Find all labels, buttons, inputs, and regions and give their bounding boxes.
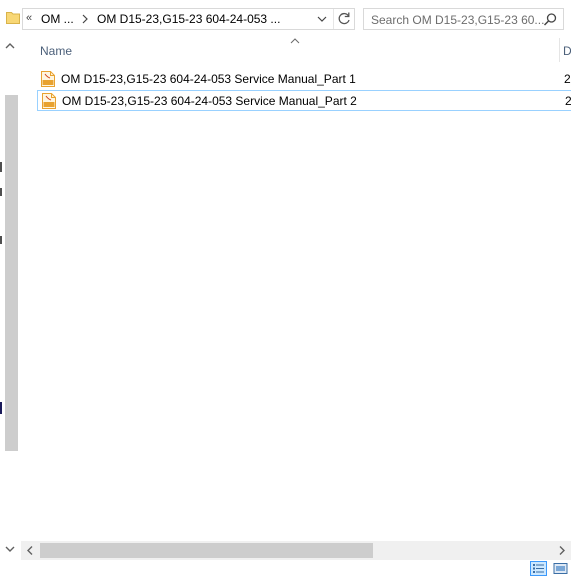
file-list-pane[interactable]: Name D OM D15-23,G15-23 604-24-053 Servi…: [21, 38, 571, 541]
search-box[interactable]: Search OM D15-23,G15-23 60...: [363, 8, 564, 30]
file-row-part-2[interactable]: OM D15-23,G15-23 604-24-053 Service Manu…: [37, 90, 571, 111]
large-icons-view-icon: [553, 563, 568, 574]
search-input[interactable]: Search OM D15-23,G15-23 60...: [371, 13, 544, 27]
scroll-right-arrow-icon[interactable]: [557, 545, 567, 556]
sort-ascending-caret-icon: [290, 38, 300, 44]
column-header-row: Name D: [21, 38, 571, 62]
search-icon[interactable]: [543, 12, 558, 27]
pdf-icon: [41, 71, 55, 87]
file-date-modified: 2: [565, 94, 571, 108]
address-toolbar: « OM ... OM D15-23,G15-23 604-24-053 ...…: [0, 0, 571, 38]
breadcrumb-overflow-button[interactable]: «: [26, 12, 32, 24]
file-date-modified: 2: [564, 72, 571, 86]
refresh-icon[interactable]: [333, 9, 355, 29]
folder-icon: [6, 12, 20, 24]
navigation-pane-clipped-edge: [0, 236, 2, 244]
scroll-left-arrow-icon[interactable]: [25, 545, 35, 556]
navigation-pane-scroll-thumb[interactable]: [5, 95, 18, 451]
horizontal-scroll-thumb[interactable]: [40, 543, 373, 558]
address-history-chevron-down-icon[interactable]: [313, 10, 331, 28]
breadcrumb-separator-chevron-icon[interactable]: [80, 10, 90, 28]
horizontal-scrollbar[interactable]: [21, 541, 571, 560]
scroll-up-arrow-icon[interactable]: [4, 40, 16, 52]
breadcrumb-item-om[interactable]: OM ...: [41, 12, 74, 26]
details-view-icon: [533, 564, 544, 573]
file-name: OM D15-23,G15-23 604-24-053 Service Manu…: [61, 72, 356, 86]
pdf-icon: [42, 93, 56, 109]
large-icons-view-button[interactable]: [552, 561, 569, 576]
address-bar[interactable]: « OM ... OM D15-23,G15-23 604-24-053 ...: [22, 8, 355, 30]
file-row-part-1[interactable]: OM D15-23,G15-23 604-24-053 Service Manu…: [37, 69, 571, 90]
column-header-name[interactable]: Name: [40, 44, 72, 58]
scroll-down-arrow-icon[interactable]: [4, 543, 16, 555]
navigation-pane-scrollbar[interactable]: [0, 38, 21, 560]
file-name: OM D15-23,G15-23 604-24-053 Service Manu…: [62, 94, 357, 108]
navigation-pane-clipped-edge: [0, 402, 2, 414]
navigation-pane-clipped-edge: [0, 188, 2, 196]
navigation-pane-clipped-edge: [0, 162, 2, 172]
column-header-date-modified[interactable]: D: [563, 44, 571, 58]
details-view-button[interactable]: [530, 561, 547, 576]
status-bar: [0, 560, 571, 576]
column-divider[interactable]: [559, 38, 560, 62]
breadcrumb-item-current-folder[interactable]: OM D15-23,G15-23 604-24-053 ...: [97, 12, 280, 26]
